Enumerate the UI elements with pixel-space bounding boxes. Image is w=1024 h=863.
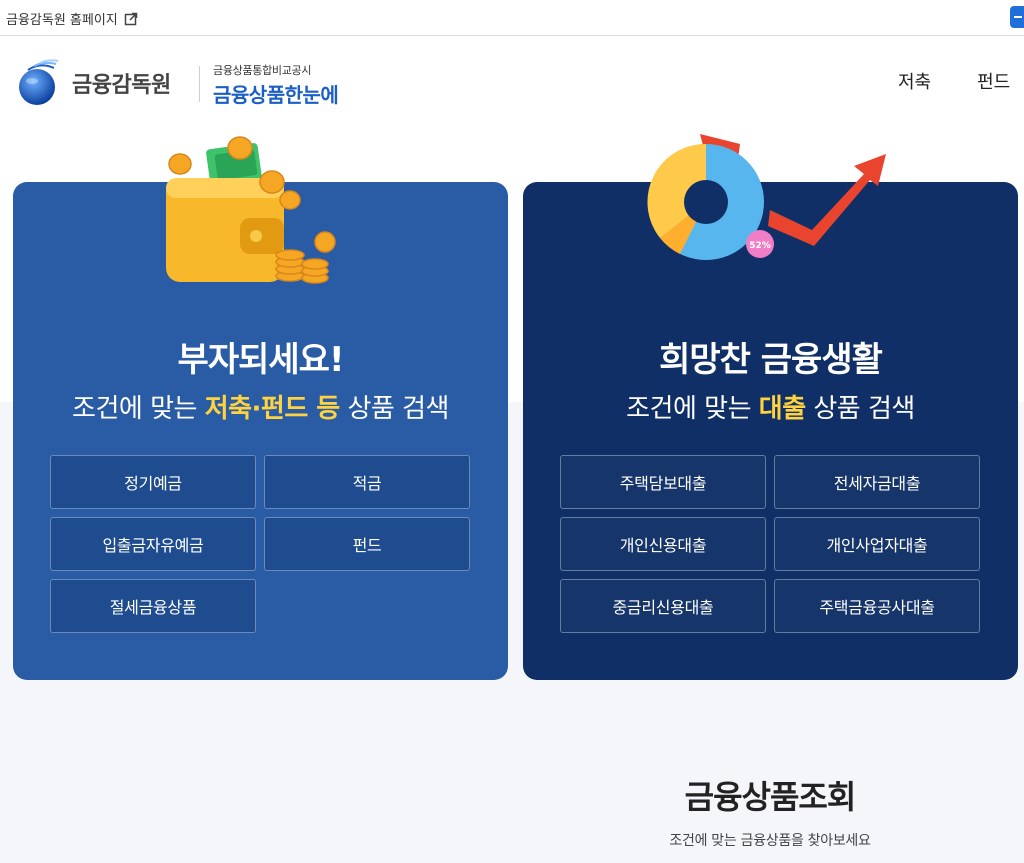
product-button-jeonse-loan[interactable]: 전세자금대출: [774, 455, 980, 509]
nav-item-savings[interactable]: 저축: [898, 68, 931, 94]
loan-product-buttons: 주택담보대출 전세자금대출 개인신용대출 개인사업자대출 중금리신용대출 주택금…: [560, 455, 980, 633]
loan-card-title: 희망찬 금융생활: [659, 340, 883, 380]
loan-sub-post: 상품 검색: [805, 394, 915, 424]
service-logo-subtitle: 금융상품통합비교공시: [213, 64, 312, 77]
product-button-demand-deposit[interactable]: 입출금자유예금: [50, 517, 256, 571]
nav-item-funds[interactable]: 펀드: [977, 68, 1010, 94]
product-button-fund[interactable]: 펀드: [264, 517, 470, 571]
savings-sub-highlight: 저축·펀드 등: [204, 394, 341, 424]
fss-homepage-link[interactable]: 금융감독원 홈페이지: [6, 9, 138, 28]
fss-logo-text: 금융감독원: [72, 73, 171, 98]
fss-globe-icon: [19, 59, 59, 105]
loan-sub-highlight: 대출: [758, 394, 806, 424]
loan-card-subtitle: 조건에 맞는 대출 상품 검색: [523, 388, 1018, 425]
fss-logo[interactable]: 금융감독원: [14, 58, 171, 108]
product-button-business-loan[interactable]: 개인사업자대출: [774, 517, 980, 571]
fss-homepage-link-label: 금융감독원 홈페이지: [6, 13, 118, 28]
chart-badge-label: 52%: [749, 241, 771, 251]
savings-card-title: 부자되세요!: [177, 340, 345, 380]
savings-sub-post: 상품 검색: [339, 394, 449, 424]
chart-growth-illustration: 52%: [647, 134, 886, 260]
service-logo-title: 금융상품한눈에: [213, 83, 339, 107]
product-search-subtitle: 조건에 맞는 금융상품을 찾아보세요: [669, 833, 871, 849]
product-button-personal-credit-loan[interactable]: 개인신용대출: [560, 517, 766, 571]
product-button-mid-rate-loan[interactable]: 중금리신용대출: [560, 579, 766, 633]
site-header: 금융감독원 금융상품통합비교공시 금융상품한눈에 저축 펀드: [0, 36, 1024, 128]
main-nav: 저축 펀드: [898, 68, 1010, 94]
product-button-term-deposit[interactable]: 정기예금: [50, 455, 256, 509]
product-button-tax-saving[interactable]: 절세금융상품: [50, 579, 256, 633]
savings-card-subtitle: 조건에 맞는 저축·펀드 등 상품 검색: [13, 388, 508, 425]
wallet-coins-illustration: [166, 136, 336, 284]
external-link-icon: [124, 12, 138, 25]
product-button-hf-loan[interactable]: 주택금융공사대출: [774, 579, 980, 633]
loan-sub-pre: 조건에 맞는: [626, 394, 759, 424]
product-button-installment-savings[interactable]: 적금: [264, 455, 470, 509]
savings-sub-pre: 조건에 맞는: [72, 394, 205, 424]
savings-product-buttons: 정기예금 적금 입출금자유예금 펀드 절세금융상품: [50, 455, 470, 633]
logo-divider: [199, 66, 200, 102]
top-utility-bar: 금융감독원 홈페이지: [0, 0, 1024, 36]
service-logo[interactable]: 금융상품통합비교공시 금융상품한눈에: [213, 62, 339, 108]
product-search-title: 금융상품조회: [684, 778, 857, 816]
product-button-mortgage-loan[interactable]: 주택담보대출: [560, 455, 766, 509]
menu-toggle-button[interactable]: [1010, 6, 1024, 28]
